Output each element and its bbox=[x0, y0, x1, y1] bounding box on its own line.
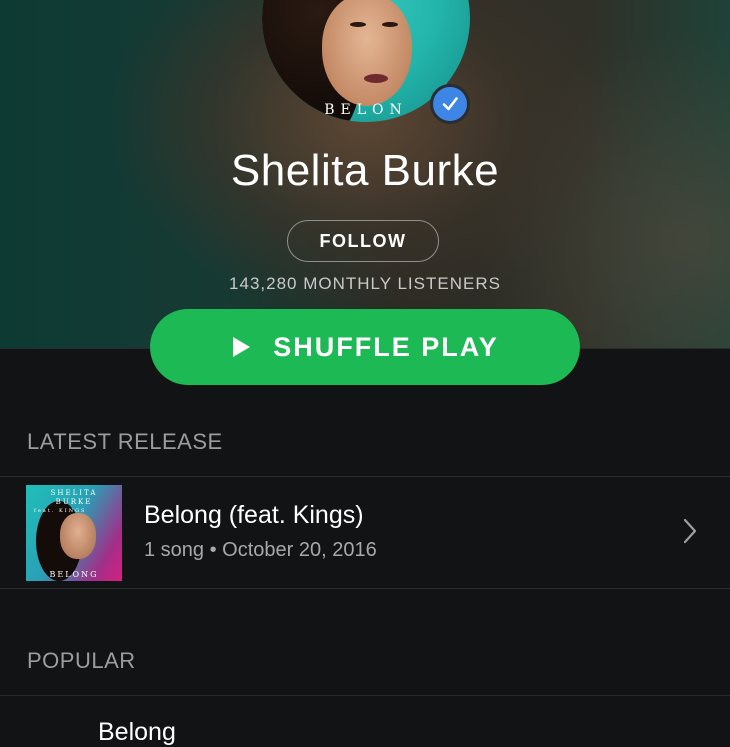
release-meta: 1 song • October 20, 2016 bbox=[144, 539, 377, 561]
divider bbox=[0, 588, 730, 589]
latest-release-row[interactable]: SHELITA BURKE feat. KINGS BELONG Belong … bbox=[0, 477, 730, 588]
album-art-title: SHELITA BURKE feat. KINGS bbox=[26, 489, 122, 516]
avatar-face bbox=[322, 0, 412, 106]
divider bbox=[0, 695, 730, 696]
album-art-artist-last: BURKE bbox=[55, 498, 93, 506]
artist-name: Shelita Burke bbox=[230, 146, 500, 195]
avatar-eye bbox=[382, 22, 398, 27]
shuffle-play-button[interactable]: SHUFFLE PLAY bbox=[150, 309, 580, 385]
popular-track-title[interactable]: Belong bbox=[98, 718, 176, 747]
checkmark-icon bbox=[442, 97, 458, 111]
album-art: SHELITA BURKE feat. KINGS BELONG bbox=[26, 485, 122, 581]
avatar-lips bbox=[364, 74, 388, 83]
release-title: Belong (feat. Kings) bbox=[144, 501, 364, 529]
monthly-listeners: 143,280 MONTHLY LISTENERS bbox=[229, 274, 501, 293]
album-art-face bbox=[60, 513, 96, 559]
follow-button[interactable]: FOLLOW bbox=[287, 220, 439, 262]
avatar-eye bbox=[350, 22, 366, 27]
album-art-footer: BELONG bbox=[49, 570, 99, 579]
artist-header: BELON Shelita Burke FOLLOW 143,280 MONTH… bbox=[0, 0, 730, 349]
play-icon bbox=[231, 336, 251, 358]
album-art-feature: feat. KINGS bbox=[34, 508, 87, 514]
verified-badge bbox=[430, 84, 470, 124]
shuffle-play-label: SHUFFLE PLAY bbox=[273, 331, 499, 362]
latest-release-heading: LATEST RELEASE bbox=[27, 429, 223, 454]
popular-heading: POPULAR bbox=[27, 648, 136, 673]
chevron-right-icon bbox=[682, 518, 698, 544]
album-art-artist-first: SHELITA bbox=[50, 489, 98, 497]
